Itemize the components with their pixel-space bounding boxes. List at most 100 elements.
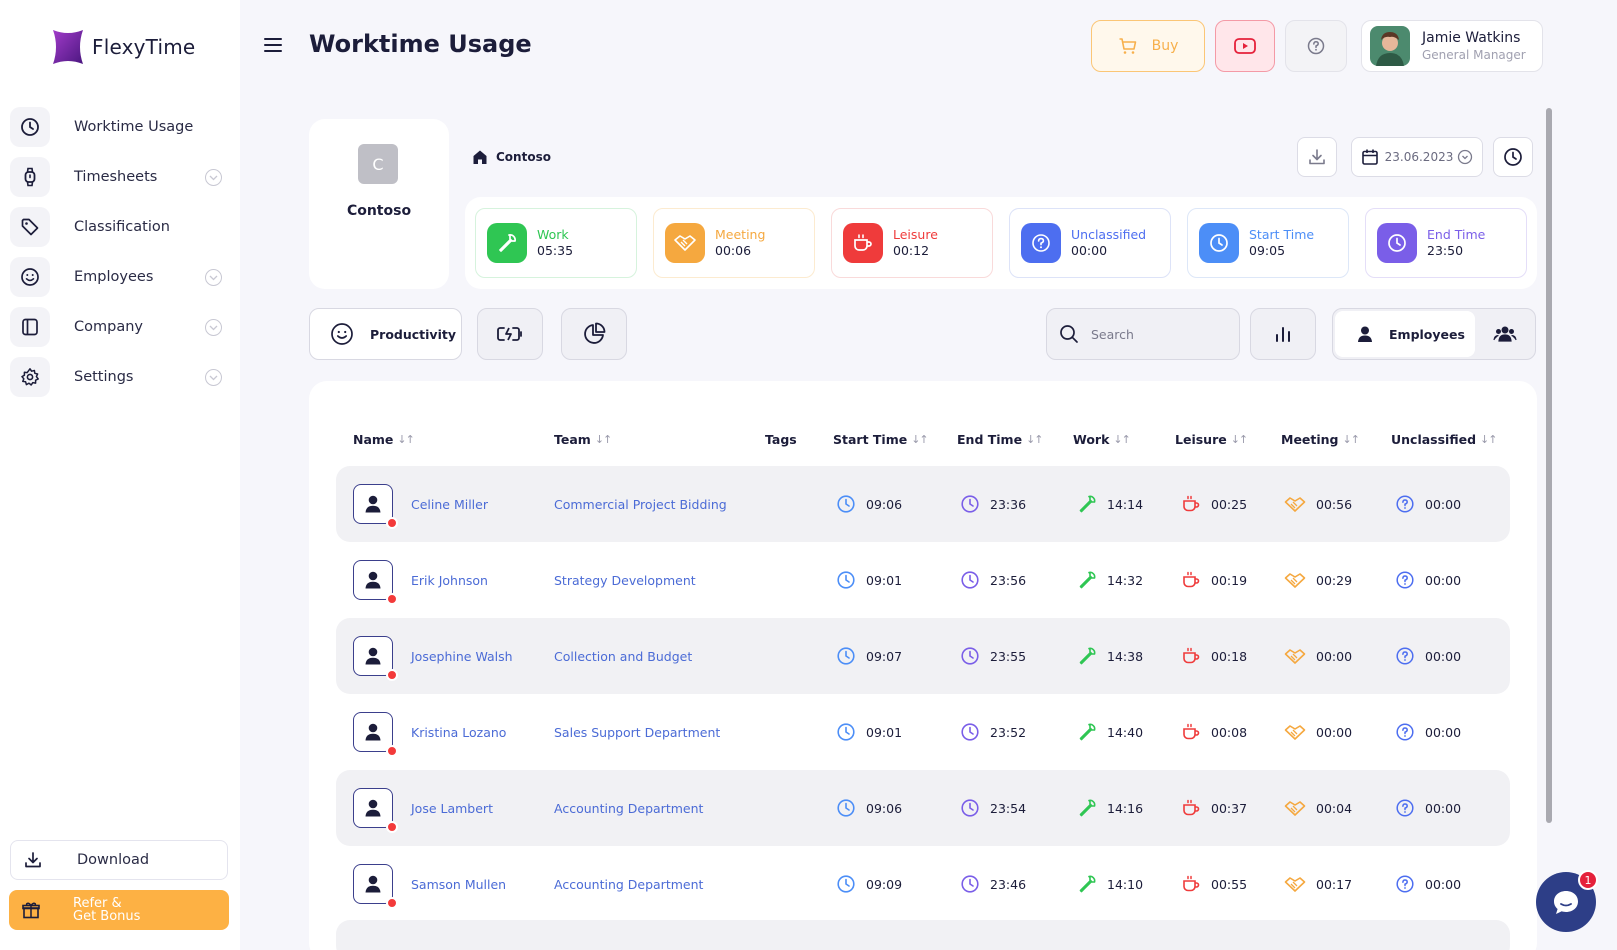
help-button[interactable] (1285, 20, 1347, 72)
employee-avatar[interactable] (353, 484, 398, 529)
column-header-unclassified[interactable]: Unclassified ↓↑ (1391, 432, 1498, 447)
chat-bubble-icon (1554, 891, 1578, 914)
employee-name-link[interactable]: Celine Miller (411, 466, 488, 542)
table-row[interactable]: Josephine Walsh Collection and Budget 09:0… (336, 618, 1510, 694)
sort-icon[interactable]: ↓↑ (1113, 433, 1130, 446)
team-link[interactable]: Commercial Project Bidding (554, 466, 727, 542)
employee-name-link[interactable]: Erik Johnson (411, 542, 488, 618)
battery-tab[interactable] (477, 308, 543, 360)
employee-avatar[interactable] (353, 788, 398, 833)
employee-avatar[interactable] (353, 864, 398, 909)
chevron-down-icon[interactable] (205, 269, 222, 286)
table-row[interactable]: Erik Johnson Strategy Development 09:01 23:… (336, 542, 1510, 618)
pie-chart-icon (584, 322, 606, 344)
start-time-value: 09:01 (866, 572, 903, 588)
column-header-meeting[interactable]: Meeting ↓↑ (1281, 432, 1360, 447)
end-time-value: 23:55 (990, 648, 1027, 664)
sidebar-item-timesheets[interactable]: Timesheets (10, 152, 232, 202)
team-icon[interactable] (1493, 324, 1517, 344)
sort-icon[interactable]: ↓↑ (911, 433, 928, 446)
sort-icon[interactable]: ↓↑ (1343, 433, 1360, 446)
column-header-end-time[interactable]: End Time ↓↑ (957, 432, 1044, 447)
stat-work[interactable]: Work 05:35 (475, 208, 637, 278)
table-row[interactable]: Celine Miller Commercial Project Bidding 0… (336, 466, 1510, 542)
stat-end-time[interactable]: End Time 23:50 (1365, 208, 1527, 278)
clock-icon (10, 107, 50, 147)
chart-view-button[interactable] (1250, 308, 1316, 360)
table-row[interactable]: Samson Mullen Accounting Department 09:09 2… (336, 846, 1510, 922)
sidebar-item-employees[interactable]: Employees (10, 252, 232, 302)
start-time-value: 09:09 (866, 876, 903, 892)
employee-name-link[interactable]: Josephine Walsh (411, 618, 513, 694)
employee-name-link[interactable]: Jose Lambert (411, 770, 493, 846)
productivity-tab[interactable]: Productivity (309, 308, 462, 360)
stat-meeting[interactable]: Meeting 00:06 (653, 208, 815, 278)
time-filter-button[interactable] (1493, 137, 1533, 177)
chevron-down-icon[interactable] (205, 369, 222, 386)
search-box[interactable] (1046, 308, 1240, 360)
chat-button[interactable]: 1 (1536, 870, 1598, 932)
wrench-icon (1077, 494, 1097, 514)
chevron-down-icon[interactable] (205, 319, 222, 336)
column-header-name[interactable]: Name ↓↑ (353, 432, 415, 447)
stat-label: Leisure (893, 227, 938, 242)
chevron-down-icon[interactable] (205, 169, 222, 186)
app-logo[interactable]: FlexyTime (52, 28, 195, 66)
table-row[interactable] (336, 920, 1510, 950)
table-row[interactable]: Kristina Lozano Sales Support Department 0… (336, 694, 1510, 770)
date-picker[interactable]: 23.06.2023 (1351, 137, 1483, 177)
table-row[interactable]: Jose Lambert Accounting Department 09:06 23… (336, 770, 1510, 846)
sidebar-item-settings[interactable]: Settings (10, 352, 232, 402)
employee-avatar[interactable] (353, 636, 398, 681)
sidebar-item-classification[interactable]: Classification (10, 202, 232, 252)
breadcrumb[interactable]: Contoso (472, 149, 551, 165)
clock-icon (1199, 223, 1239, 263)
download-button[interactable]: Download (10, 840, 228, 880)
user-profile[interactable]: Jamie Watkins General Manager (1361, 20, 1543, 72)
employee-avatar[interactable] (353, 560, 398, 605)
column-header-work[interactable]: Work ↓↑ (1073, 432, 1131, 447)
column-header-leisure[interactable]: Leisure ↓↑ (1175, 432, 1248, 447)
buy-button[interactable]: Buy (1091, 20, 1205, 72)
handshake-icon (1284, 722, 1306, 742)
employees-view-button[interactable]: Employees (1335, 311, 1475, 357)
team-link[interactable]: Collection and Budget (554, 618, 692, 694)
stat-value: 00:00 (1071, 243, 1108, 258)
clock-icon (1377, 223, 1417, 263)
chevron-down-icon (1458, 149, 1473, 165)
search-input[interactable] (1091, 326, 1221, 342)
hamburger-menu-icon[interactable] (264, 37, 282, 53)
column-label: Name (353, 432, 394, 447)
sort-icon[interactable]: ↓↑ (1231, 433, 1248, 446)
column-header-team[interactable]: Team ↓↑ (554, 432, 612, 447)
sidebar-item-company[interactable]: Company (10, 302, 232, 352)
stat-leisure[interactable]: Leisure 00:12 (831, 208, 993, 278)
export-button[interactable] (1297, 137, 1337, 177)
team-link[interactable]: Strategy Development (554, 542, 696, 618)
refer-bonus-button[interactable]: Refer & Get Bonus (9, 890, 229, 930)
column-header-start-time[interactable]: Start Time ↓↑ (833, 432, 929, 447)
team-link[interactable]: Sales Support Department (554, 694, 720, 770)
team-link[interactable]: Accounting Department (554, 770, 703, 846)
unclassified-cell: 00:00 (1395, 466, 1461, 542)
employee-name-link[interactable]: Samson Mullen (411, 846, 506, 922)
team-link[interactable]: Accounting Department (554, 846, 703, 922)
handshake-icon (665, 223, 705, 263)
stat-start-time[interactable]: Start Time 09:05 (1187, 208, 1349, 278)
sidebar-item-worktime-usage[interactable]: Worktime Usage (10, 102, 232, 152)
sort-icon[interactable]: ↓↑ (1480, 433, 1497, 446)
sort-icon[interactable]: ↓↑ (595, 433, 612, 446)
employee-avatar[interactable] (353, 712, 398, 757)
pie-chart-tab[interactable] (561, 308, 627, 360)
user-role: General Manager (1422, 48, 1526, 62)
sort-icon[interactable]: ↓↑ (1026, 433, 1043, 446)
stat-unclassified[interactable]: Unclassified 00:00 (1009, 208, 1171, 278)
person-icon (1358, 326, 1372, 342)
question-icon (1395, 722, 1415, 742)
scrollbar[interactable] (1546, 108, 1552, 823)
smiley-icon (10, 257, 50, 297)
employee-name-link[interactable]: Kristina Lozano (411, 694, 506, 770)
sort-icon[interactable]: ↓↑ (397, 433, 414, 446)
company-card[interactable]: C Contoso (309, 119, 449, 289)
video-button[interactable] (1215, 20, 1275, 72)
